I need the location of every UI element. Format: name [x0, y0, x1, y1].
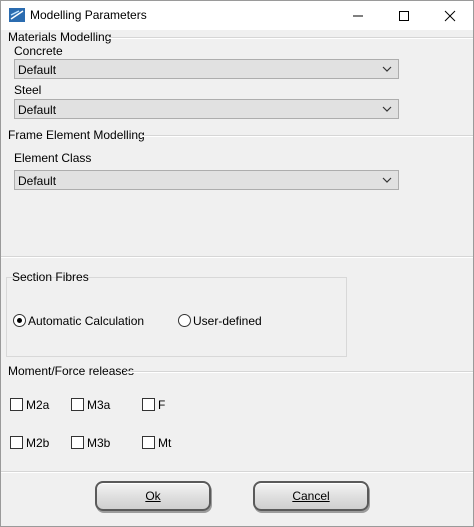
checkbox-f[interactable]: [142, 398, 155, 411]
cancel-button[interactable]: Cancel: [253, 481, 369, 511]
cancel-button-label: Cancel: [292, 489, 330, 503]
materials-heading: Materials Modelling: [8, 30, 112, 44]
mt-label[interactable]: Mt: [158, 436, 171, 450]
m3b-label[interactable]: M3b: [87, 436, 110, 450]
steel-select[interactable]: Default: [14, 99, 399, 119]
releases-heading: Moment/Force releases: [8, 364, 135, 378]
steel-select-value: Default: [18, 103, 57, 117]
maximize-button[interactable]: [381, 1, 427, 30]
element-class-label: Element Class: [14, 151, 92, 165]
minimize-button[interactable]: [335, 1, 381, 30]
concrete-label: Concrete: [14, 44, 63, 58]
section-divider: [1, 256, 473, 258]
checkbox-m3a[interactable]: [71, 398, 84, 411]
user-defined-label[interactable]: User-defined: [193, 314, 262, 328]
m3a-label[interactable]: M3a: [87, 398, 110, 412]
maximize-icon: [399, 10, 409, 21]
app-icon: [9, 8, 25, 22]
ok-button-label: Ok: [145, 489, 161, 503]
m2a-label[interactable]: M2a: [26, 398, 49, 412]
f-label[interactable]: F: [158, 398, 165, 412]
minimize-icon: [353, 15, 363, 16]
releases-divider: [126, 371, 473, 373]
element-class-select-value: Default: [18, 174, 57, 188]
steel-label: Steel: [14, 83, 42, 97]
checkbox-mt[interactable]: [142, 436, 155, 449]
footer-divider: [1, 471, 473, 473]
checkbox-m2a[interactable]: [10, 398, 23, 411]
concrete-select[interactable]: Default: [14, 59, 399, 79]
chevron-down-icon: [382, 177, 392, 183]
automatic-calculation-label[interactable]: Automatic Calculation: [28, 314, 144, 328]
dialog-window: Modelling Parameters Materials Modelling…: [0, 0, 474, 527]
radio-automatic-calculation[interactable]: [13, 314, 26, 327]
frame-divider: [141, 135, 473, 137]
checkbox-m2b[interactable]: [10, 436, 23, 449]
element-class-select[interactable]: Default: [14, 170, 399, 190]
chevron-down-icon: [382, 106, 392, 112]
ok-button[interactable]: Ok: [95, 481, 211, 511]
materials-divider: [109, 37, 473, 39]
close-icon: [444, 10, 456, 21]
chevron-down-icon: [382, 66, 392, 72]
m2b-label[interactable]: M2b: [26, 436, 49, 450]
radio-user-defined[interactable]: [178, 314, 191, 327]
frame-heading: Frame Element Modelling: [8, 128, 145, 142]
window-title: Modelling Parameters: [30, 8, 147, 22]
close-button[interactable]: [427, 1, 473, 30]
title-bar: Modelling Parameters: [1, 1, 473, 30]
section-fibres-heading: Section Fibres: [12, 270, 89, 284]
checkbox-m3b[interactable]: [71, 436, 84, 449]
concrete-select-value: Default: [18, 63, 57, 77]
